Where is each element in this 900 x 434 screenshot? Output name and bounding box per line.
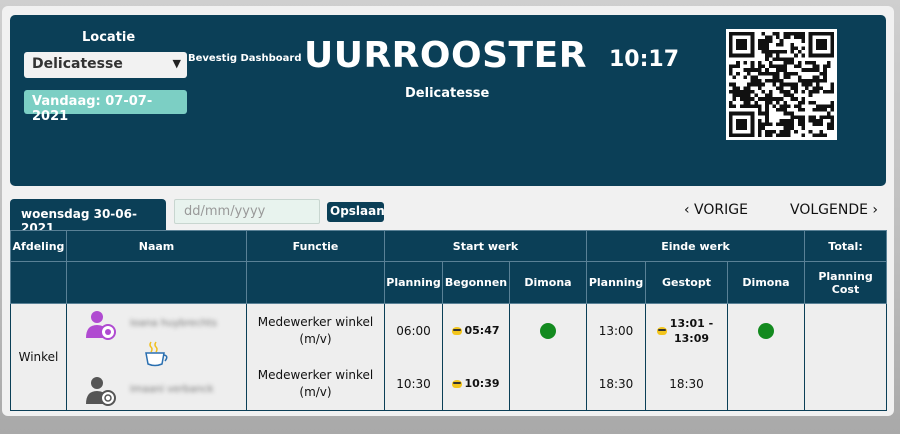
start-planning-cell: 06:00 10:30 [384,303,443,411]
name-cell: Ioana huybrechts Imaani verbanck [66,303,247,411]
start-planning-time: 10:30 [396,376,431,391]
col-start-planning: Planning [384,261,443,304]
location-select[interactable]: Delicatesse ▼ [24,52,187,78]
dimona-empty [728,357,804,410]
start-planning-time: 06:00 [396,323,431,338]
end-planning-time: 13:00 [598,323,634,338]
previous-button[interactable]: ‹ VORIGE [684,202,748,218]
next-button[interactable]: VOLGENDE › [790,202,878,218]
dimona-status-dot [540,322,556,339]
department-cell: Winkel [10,303,67,411]
today-badge[interactable]: Vandaag: 07-07-2021 [24,90,187,124]
stopped-time-wrap: 13:01 - 13:09 [646,304,727,357]
end-planning-time: 18:30 [598,376,634,391]
date-input[interactable]: dd/mm/yyyy [174,199,320,224]
dimona-wrap [728,304,804,357]
chevron-down-icon: ▼ [172,57,181,70]
function-text: Medewerker winkel (m/v) [257,314,374,346]
location-label: Locatie [82,30,136,45]
started-time-wrap: 05:47 [443,304,509,357]
save-button[interactable]: Opslaan [327,202,385,222]
col-afdeling: Afdeling [10,230,67,262]
col-blank-1 [10,261,67,304]
page-subtitle: Delicatesse [405,86,490,101]
location-value: Delicatesse [32,56,123,72]
confirm-dashboard-button[interactable]: Bevestig Dashboard [188,53,302,64]
schedule-table: Afdeling Naam Functie Start werk Einde w… [10,230,888,411]
qr-code-icon [726,29,837,140]
sunglasses-icon [656,327,667,335]
table-row: Winkel Ioana huybrechts Imaani verbanck … [10,303,888,411]
employee-name[interactable]: Imaani verbanck [130,384,214,395]
col-start-begonnen: Begonnen [442,261,510,304]
col-end-dimona: Dimona [727,261,806,304]
sunglasses-icon [452,326,463,335]
stopped-time: 13:01 - 13:09 [669,316,714,345]
dimona-status-dot [758,322,775,339]
user-active-icon[interactable] [84,308,118,342]
col-blank-3 [246,261,385,304]
col-start-dimona: Dimona [508,261,588,304]
start-dimona-cell [508,303,588,411]
end-dimona-cell [727,303,806,411]
started-time: 05:47 [464,324,500,337]
col-einde-werk: Einde werk [586,230,806,262]
stopped-time: 18:30 [669,376,704,391]
started-cell: 05:47 10:39 [442,303,510,411]
col-functie: Functie [246,230,385,262]
col-planning-cost: Planning Cost [804,261,888,304]
col-end-gestopt: Gestopt [645,261,729,304]
dimona-wrap [510,304,586,357]
user-inactive-icon[interactable] [84,374,118,408]
function-cell: Medewerker winkel (m/v) Medewerker winke… [246,303,385,411]
function-text: Medewerker winkel (m/v) [257,367,374,399]
coffee-break-icon [145,341,168,367]
col-end-planning: Planning [586,261,647,304]
stopped-cell: 13:01 - 13:09 18:30 [645,303,729,411]
started-time-wrap: 10:39 [443,357,509,410]
clock: 10:17 [609,47,680,72]
col-start-werk: Start werk [383,230,588,262]
dashboard-header: Locatie Delicatesse ▼ Bevestig Dashboard… [10,15,886,186]
tab-selected-date[interactable]: woensdag 30-06-2021 [10,199,166,235]
planning-cost-cell [804,303,888,411]
started-time: 10:39 [464,377,500,390]
col-total: Total: [804,230,888,262]
page-title: UURROOSTER [304,35,587,76]
employee-name[interactable]: Ioana huybrechts [130,318,217,329]
dimona-empty [510,357,586,410]
col-naam: Naam [66,230,247,262]
end-planning-cell: 13:00 18:30 [586,303,647,411]
sunglasses-icon [452,379,463,388]
col-blank-2 [66,261,247,304]
